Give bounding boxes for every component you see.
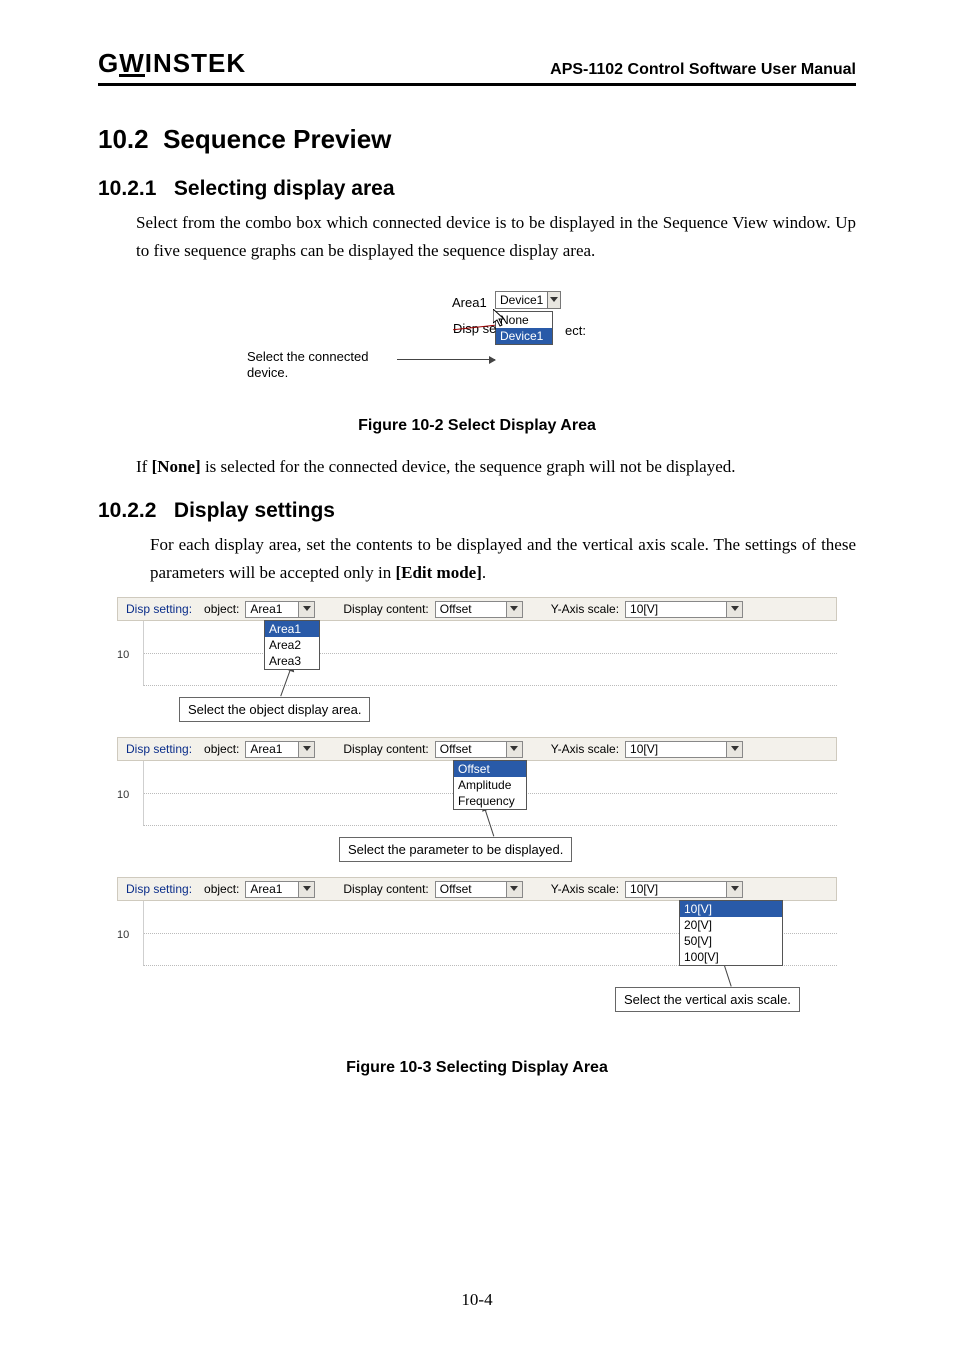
object-option-area1[interactable]: Area1: [265, 621, 319, 637]
device-option-device1[interactable]: Device1: [496, 328, 552, 344]
y-tick-10: 10: [117, 929, 129, 941]
figure-10-2: Select the connected device. Area1 Devic…: [247, 289, 707, 399]
section-title: Sequence Preview: [163, 124, 391, 154]
toolbar-row1: Disp setting: object: Area1 Display cont…: [117, 597, 837, 621]
content-combo[interactable]: Offset: [435, 741, 523, 758]
yaxis-option-50v[interactable]: 50[V]: [680, 933, 782, 949]
object-option-area3[interactable]: Area3: [265, 653, 319, 669]
yaxis-combo[interactable]: 10[V]: [625, 881, 743, 898]
yaxis-option-100v[interactable]: 100[V]: [680, 949, 782, 965]
chevron-down-icon[interactable]: [726, 742, 742, 757]
chevron-down-icon[interactable]: [726, 602, 742, 617]
area1-label: Area1: [452, 295, 487, 310]
chevron-down-icon[interactable]: [547, 292, 560, 308]
brand-logo: GWINSTEK: [98, 48, 246, 79]
page-header: GWINSTEK APS-1102 Control Software User …: [98, 48, 856, 86]
subsection-1-heading: 10.2.1 Selecting display area: [98, 177, 856, 201]
figure-10-2-caption: Figure 10-2 Select Display Area: [98, 417, 856, 435]
content-combo[interactable]: Offset: [435, 881, 523, 898]
figure-10-3-caption: Figure 10-3 Selecting Display Area: [98, 1059, 856, 1077]
object-combo[interactable]: Area1: [245, 881, 315, 898]
object-option-area2[interactable]: Area2: [265, 637, 319, 653]
cropped-text-right: ect:: [565, 323, 586, 338]
callout-arrow: [397, 359, 495, 360]
device-combo[interactable]: Device1: [495, 291, 561, 309]
content-option-offset[interactable]: Offset: [454, 761, 526, 777]
yaxis-combo[interactable]: 10[V]: [625, 741, 743, 758]
object-combo[interactable]: Area1: [245, 601, 315, 618]
content-option-frequency[interactable]: Frequency: [454, 793, 526, 809]
yaxis-combo-list[interactable]: 10[V] 20[V] 50[V] 100[V]: [679, 900, 783, 966]
object-label: object:: [204, 602, 239, 616]
chevron-down-icon[interactable]: [298, 742, 314, 757]
toolbar-row2: Disp setting: object: Area1 Display cont…: [117, 737, 837, 761]
note-none: If [None] is selected for the connected …: [136, 453, 856, 481]
fig103-row-object: Disp setting: object: Area1 Display cont…: [117, 597, 837, 737]
yaxis-callout: Select the vertical axis scale.: [615, 987, 800, 1012]
fig103-row-yaxis: Disp setting: object: Area1 Display cont…: [117, 877, 837, 1027]
chevron-down-icon[interactable]: [298, 882, 314, 897]
yaxis-label: Y-Axis scale:: [551, 602, 619, 616]
yaxis-combo[interactable]: 10[V]: [625, 601, 743, 618]
chevron-down-icon[interactable]: [726, 882, 742, 897]
toolbar-row3: Disp setting: object: Area1 Display cont…: [117, 877, 837, 901]
fig102-callout: Select the connected device.: [247, 349, 397, 382]
subsection-1-para: Select from the combo box which connecte…: [136, 209, 856, 265]
subsection-2-para: For each display area, set the contents …: [150, 531, 856, 587]
plot-area: [143, 621, 837, 686]
object-callout: Select the object display area.: [179, 697, 370, 722]
content-combo[interactable]: Offset: [435, 601, 523, 618]
cursor-icon: [493, 309, 507, 330]
content-combo-list[interactable]: Offset Amplitude Frequency: [453, 760, 527, 810]
chevron-down-icon[interactable]: [506, 742, 522, 757]
display-content-label: Display content:: [343, 602, 428, 616]
device-combo-value: Device1: [496, 293, 547, 307]
content-option-amplitude[interactable]: Amplitude: [454, 777, 526, 793]
chevron-down-icon[interactable]: [298, 602, 314, 617]
figure-10-3: Disp setting: object: Area1 Display cont…: [117, 597, 837, 1027]
y-tick-10: 10: [117, 649, 129, 661]
chevron-down-icon[interactable]: [506, 882, 522, 897]
callout-arrow: [723, 964, 731, 987]
object-combo-list[interactable]: Area1 Area2 Area3: [264, 620, 320, 670]
yaxis-option-20v[interactable]: 20[V]: [680, 917, 782, 933]
fig103-row-content: Disp setting: object: Area1 Display cont…: [117, 737, 837, 877]
section-number: 10.2: [98, 124, 149, 154]
manual-title: APS-1102 Control Software User Manual: [550, 61, 856, 79]
chevron-down-icon[interactable]: [506, 602, 522, 617]
page-number: 10-4: [0, 1290, 954, 1310]
yaxis-option-10v[interactable]: 10[V]: [680, 901, 782, 917]
y-tick-10: 10: [117, 789, 129, 801]
object-combo[interactable]: Area1: [245, 741, 315, 758]
subsection-2-heading: 10.2.2 Display settings: [98, 499, 856, 523]
disp-setting-label: Disp setting:: [126, 602, 192, 616]
section-heading: 10.2 Sequence Preview: [98, 124, 856, 155]
content-callout: Select the parameter to be displayed.: [339, 837, 572, 862]
